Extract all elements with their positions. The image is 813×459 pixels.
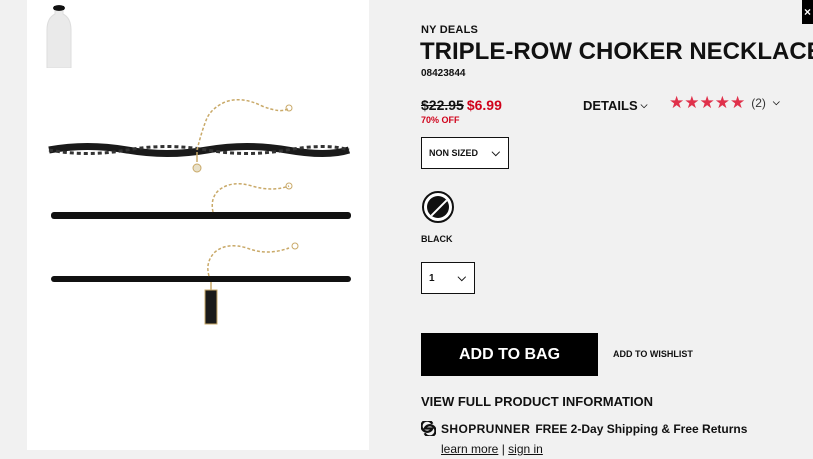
color-name: BLACK xyxy=(421,234,453,244)
size-select[interactable]: NON SIZED ⌵ xyxy=(421,137,509,169)
details-toggle[interactable]: DETAILS ⌵ xyxy=(583,98,647,113)
link-separator: | xyxy=(501,442,505,456)
sale-price: $6.99 xyxy=(466,97,502,113)
star-icon: ★ xyxy=(714,93,730,112)
add-to-bag-button[interactable]: ADD TO BAG xyxy=(421,333,598,376)
color-swatch-black[interactable] xyxy=(422,191,454,223)
chevron-down-icon: ⌵ xyxy=(491,147,500,159)
shoprunner-text: FREE 2-Day Shipping & Free Returns xyxy=(535,421,748,436)
discount-badge: 70% OFF xyxy=(421,115,460,125)
star-icon: ★ xyxy=(699,93,715,112)
details-label: DETAILS xyxy=(583,98,638,113)
star-icon: ★ xyxy=(730,93,746,112)
quantity-select[interactable]: 1 ⌵ xyxy=(421,262,475,294)
swatch-fill xyxy=(427,196,449,218)
shoprunner-brand: SHOPRUNNER xyxy=(441,421,531,436)
learn-more-link[interactable]: learn more xyxy=(441,442,498,456)
star-icon: ★ xyxy=(669,93,685,112)
original-price: $22.95 xyxy=(421,97,464,113)
quantity-value: 1 xyxy=(429,272,435,284)
product-sku: 08423844 xyxy=(421,68,466,79)
sign-in-link[interactable]: sign in xyxy=(508,442,543,456)
chevron-down-icon: ⌵ xyxy=(772,97,780,107)
product-title: TRIPLE-ROW CHOKER NECKLACE xyxy=(420,38,813,65)
size-select-value: NON SIZED xyxy=(429,148,479,158)
price-row: $22.95 $6.99 xyxy=(421,97,502,113)
chevron-down-icon: ⌵ xyxy=(640,100,648,110)
shoprunner-banner: SHOPRUNNER FREE 2-Day Shipping & Free Re… xyxy=(421,421,747,436)
close-icon[interactable]: × xyxy=(802,0,813,24)
add-to-wishlist-link[interactable]: ADD TO WISHLIST xyxy=(613,349,693,359)
chevron-down-icon: ⌵ xyxy=(457,272,466,284)
star-icon: ★ xyxy=(684,93,700,112)
product-image xyxy=(27,0,369,450)
view-full-info-link[interactable]: VIEW FULL PRODUCT INFORMATION xyxy=(421,394,653,409)
rating-stars: ★ ★ ★ ★ ★ xyxy=(669,94,745,111)
rating-widget[interactable]: ★ ★ ★ ★ ★ (2) ⌵ xyxy=(669,94,780,111)
shoprunner-logo-icon xyxy=(421,421,436,436)
necklace-illustration xyxy=(48,99,351,325)
product-brand[interactable]: NY DEALS xyxy=(421,24,478,36)
shoprunner-links: learn more | sign in xyxy=(441,442,543,456)
rating-count: (2) xyxy=(751,95,766,110)
